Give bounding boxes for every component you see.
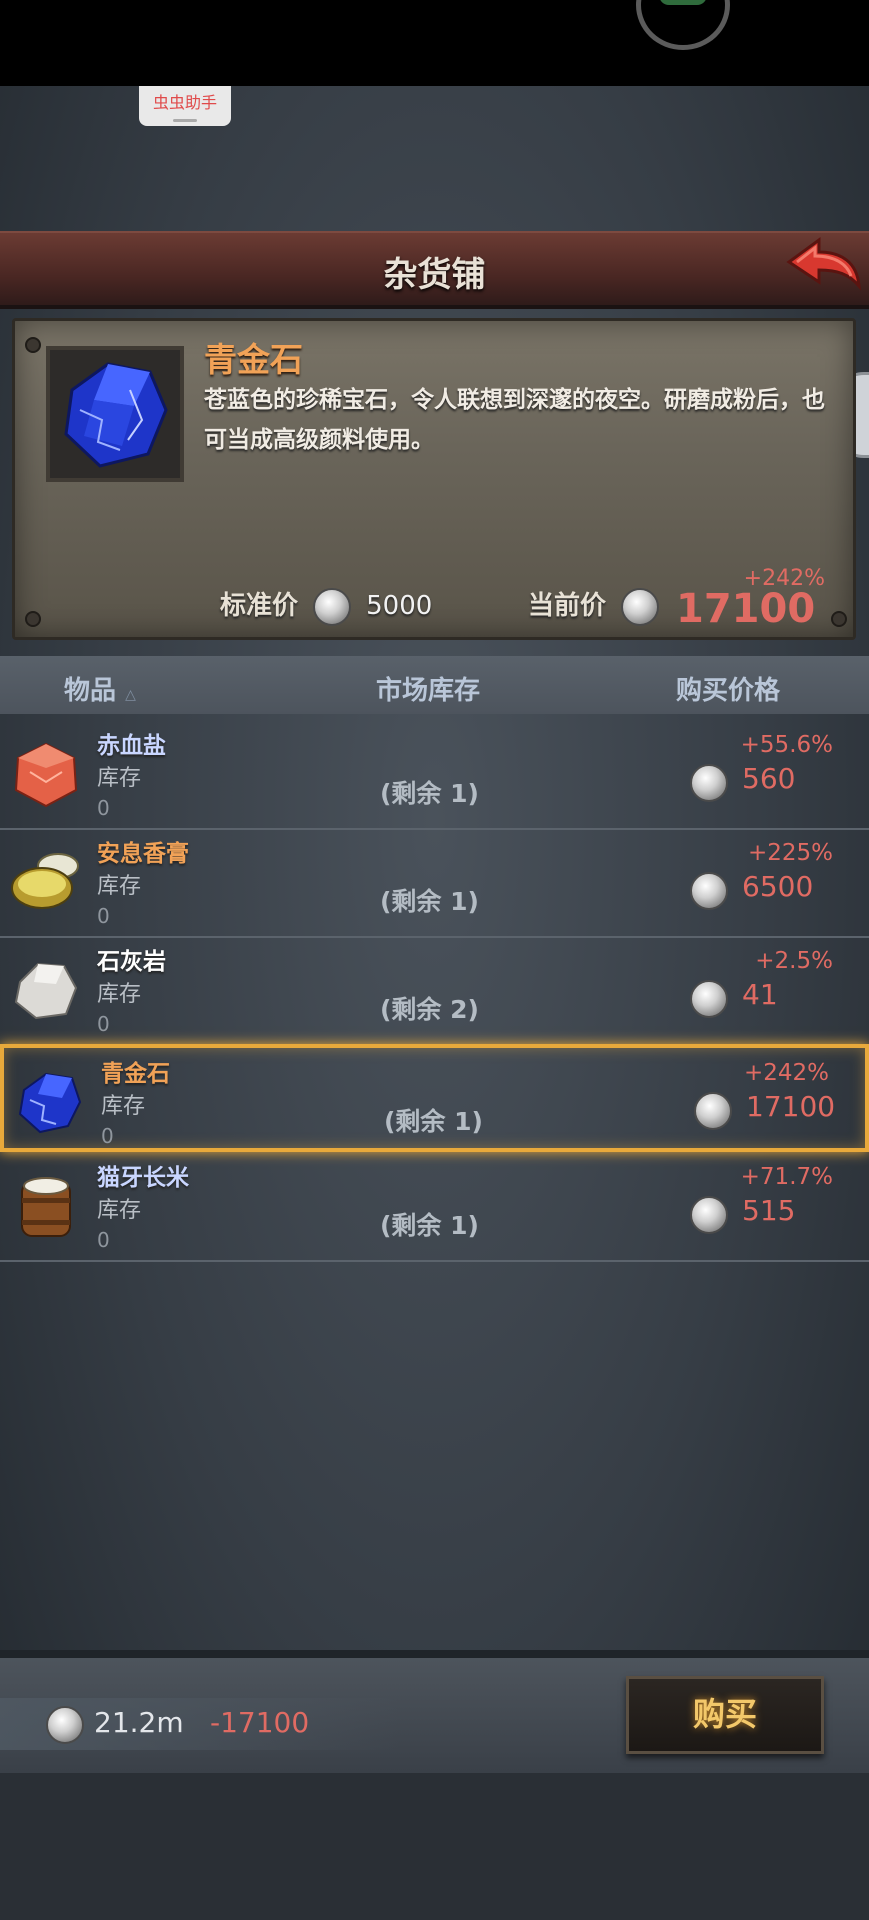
row-price-change: +2.5% — [755, 948, 833, 974]
table-header: 物品 △ 市场库存 购买价格 — [0, 656, 869, 714]
silver-coin-icon — [690, 980, 728, 1018]
row-market-remaining: (剩余 2) — [380, 995, 479, 1024]
rivet — [831, 611, 847, 627]
current-price-group: 当前价 — [528, 585, 665, 626]
top-ring-badge: ●● — [636, 0, 730, 50]
row-price-change: +55.6% — [740, 732, 833, 758]
silver-coin-icon — [694, 1092, 732, 1130]
column-buy-price: 购买价格 — [676, 676, 781, 706]
ointment-jar-icon — [10, 846, 82, 918]
shop-header: 杂货铺 — [0, 231, 869, 309]
silver-coin-icon — [690, 1196, 728, 1234]
detail-item-name: 青金石 — [204, 340, 303, 379]
table-row[interactable]: 石灰岩库存 0 (剩余 2) +2.5% 41 — [0, 936, 869, 1046]
row-price-change: +225% — [747, 840, 833, 866]
row-market-remaining: (剩余 1) — [380, 1211, 479, 1240]
row-market-remaining: (剩余 1) — [380, 887, 479, 916]
row-price: 560 — [742, 762, 796, 795]
standard-price-group: 标准价 5000 — [220, 585, 432, 626]
lapis-gem-icon — [64, 362, 168, 468]
row-item-name: 石灰岩 — [97, 949, 166, 975]
wallet-amount: 21.2m — [94, 1706, 184, 1739]
rivet — [25, 337, 41, 353]
detail-item-icon-frame — [46, 346, 184, 482]
row-price-change: +71.7% — [740, 1164, 833, 1190]
bottom-background — [0, 1773, 869, 1920]
silver-coin-icon — [621, 587, 660, 626]
silver-coin-icon — [690, 764, 728, 802]
table-row[interactable]: 赤血盐库存 0 (剩余 1) +55.6% 560 — [0, 720, 869, 830]
row-item-name: 猫牙长米 — [97, 1165, 189, 1191]
row-stock-value: 0 — [97, 904, 110, 928]
row-price: 17100 — [746, 1090, 836, 1123]
row-stock-label: 库存 — [97, 766, 142, 791]
table-row[interactable]: 猫牙长米库存 0 (剩余 1) +71.7% 515 — [0, 1152, 869, 1262]
back-arrow-icon[interactable] — [785, 236, 863, 296]
row-price: 41 — [742, 978, 778, 1011]
row-item-name: 赤血盐 — [97, 733, 166, 759]
row-price: 515 — [742, 1194, 796, 1227]
wallet-delta: -17100 — [210, 1706, 310, 1739]
table-row[interactable]: 青金石库存 0 (剩余 1) +242% 17100 — [0, 1044, 869, 1152]
row-stock-value: 0 — [97, 796, 110, 820]
silver-coin-icon — [46, 1706, 84, 1744]
lapis-gem-icon — [14, 1066, 86, 1138]
badge-inner: ●● — [659, 0, 707, 5]
row-item-name: 青金石 — [101, 1061, 170, 1087]
detail-current-price: 17100 — [676, 586, 816, 632]
current-price-label: 当前价 — [528, 591, 607, 621]
row-stock-label: 库存 — [97, 874, 142, 899]
row-stock-label: 库存 — [101, 1094, 146, 1119]
row-market-remaining: (剩余 1) — [384, 1107, 483, 1136]
rice-barrel-icon — [10, 1170, 82, 1242]
rivet — [25, 611, 41, 627]
standard-price-label: 标准价 — [220, 591, 299, 621]
column-item[interactable]: 物品 △ — [64, 670, 136, 707]
status-bar: ●● — [0, 0, 869, 86]
standard-price-value: 5000 — [366, 591, 433, 621]
wallet-panel — [0, 1698, 400, 1750]
helper-pill[interactable]: 虫虫助手 — [139, 86, 231, 126]
silver-coin-icon — [690, 872, 728, 910]
row-stock-value: 0 — [101, 1124, 114, 1148]
sort-arrow-icon: △ — [125, 687, 136, 703]
row-price-change: +242% — [743, 1060, 829, 1086]
row-stock-value: 0 — [97, 1012, 110, 1036]
silver-coin-icon — [313, 587, 352, 626]
red-salt-icon — [10, 738, 82, 810]
row-stock-label: 库存 — [97, 982, 142, 1007]
buy-button[interactable]: 购买 — [626, 1676, 824, 1754]
row-stock-label: 库存 — [97, 1198, 142, 1223]
row-price: 6500 — [742, 870, 814, 903]
detail-item-description: 苍蓝色的珍稀宝石，令人联想到深邃的夜空。研磨成粉后，也可当成高级颜料使用。 — [204, 387, 825, 453]
row-item-name: 安息香膏 — [97, 841, 189, 867]
divider — [0, 1650, 869, 1658]
limestone-icon — [10, 954, 82, 1026]
column-market-stock: 市场库存 — [376, 676, 481, 706]
row-stock-value: 0 — [97, 1228, 110, 1252]
table-row[interactable]: 安息香膏库存 0 (剩余 1) +225% 6500 — [0, 828, 869, 938]
page-title: 杂货铺 — [383, 255, 486, 295]
row-market-remaining: (剩余 1) — [380, 779, 479, 808]
